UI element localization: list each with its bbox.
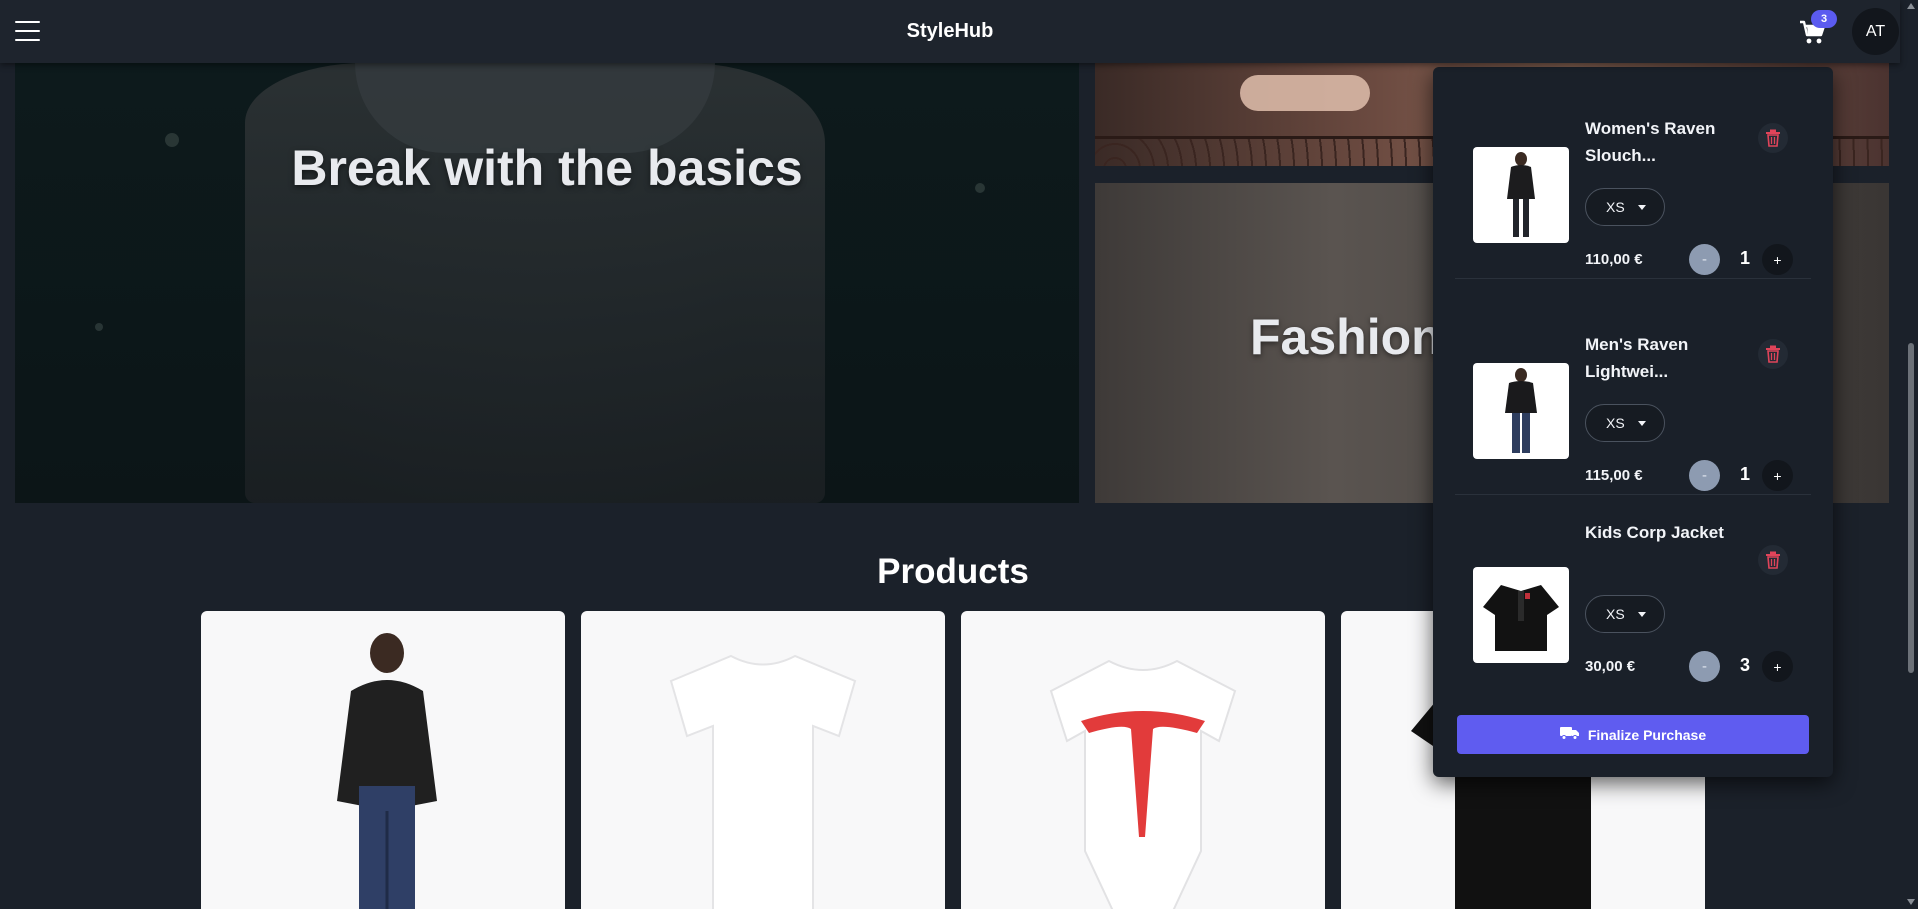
- trash-icon[interactable]: [1758, 339, 1788, 369]
- menu-icon[interactable]: [15, 21, 40, 41]
- cart-item: Kids Corp Jacket XS 30,00 € - 3 +: [1433, 499, 1833, 711]
- user-avatar[interactable]: AT: [1852, 8, 1899, 55]
- scroll-up-icon[interactable]: [1907, 3, 1915, 9]
- cart-item-price: 110,00 €: [1585, 251, 1643, 268]
- chevron-down-icon: [1638, 612, 1646, 617]
- size-select-value: XS: [1606, 199, 1625, 215]
- cart-item-price: 30,00 €: [1585, 658, 1636, 675]
- cart-item-divider: [1455, 278, 1811, 279]
- cart-item-name: Kids Corp Jacket: [1585, 523, 1724, 542]
- product-card[interactable]: [961, 611, 1325, 909]
- scroll-thumb[interactable]: [1908, 343, 1914, 673]
- decrease-quantity-button[interactable]: -: [1689, 651, 1720, 682]
- hero-main-title: Break with the basics: [291, 140, 803, 196]
- cart-item-thumbnail: [1473, 363, 1569, 459]
- quantity-value: 3: [1739, 655, 1750, 675]
- hero-banner-main[interactable]: Break with the basics: [15, 63, 1079, 503]
- cart-item-thumbnail: [1473, 567, 1569, 663]
- white-tshirt-image: [669, 654, 857, 909]
- decrease-quantity-button[interactable]: -: [1689, 460, 1720, 491]
- size-select[interactable]: XS: [1585, 188, 1665, 226]
- chevron-down-icon: [1638, 421, 1646, 426]
- chevron-down-icon: [1638, 205, 1646, 210]
- top-navbar: StyleHub 3 AT: [0, 0, 1900, 63]
- finalize-purchase-button[interactable]: Finalize Purchase: [1457, 715, 1809, 754]
- cart-item-thumbnail: [1473, 147, 1569, 243]
- cart-count-badge: 3: [1811, 10, 1837, 28]
- cart-item-name: Women's Raven Slouch...: [1585, 119, 1716, 165]
- size-select[interactable]: XS: [1585, 404, 1665, 442]
- cart-dropdown: Women's Raven Slouch... XS 110,00 € - 1 …: [1433, 67, 1833, 777]
- cart-item-divider: [1455, 494, 1811, 495]
- quantity-value: 1: [1739, 248, 1750, 268]
- tesla-baby-onesie-image: [1049, 659, 1237, 909]
- size-select-value: XS: [1606, 606, 1625, 622]
- hero-fashion-title: Fashion: [1250, 309, 1442, 365]
- product-card[interactable]: [201, 611, 565, 909]
- black-hoodie-model-image: [337, 633, 437, 909]
- finalize-purchase-label: Finalize Purchase: [1587, 726, 1707, 743]
- increase-quantity-button[interactable]: +: [1762, 244, 1793, 275]
- bokeh-light: [95, 323, 103, 331]
- hand-photo: [1240, 75, 1370, 111]
- cart-item-price: 115,00 €: [1585, 467, 1643, 484]
- brand-title: StyleHub: [906, 20, 994, 42]
- product-card[interactable]: [581, 611, 945, 909]
- trash-icon[interactable]: [1758, 545, 1788, 575]
- truck-icon: [1559, 726, 1580, 743]
- trash-icon[interactable]: [1758, 123, 1788, 153]
- quantity-value: 1: [1739, 464, 1750, 484]
- increase-quantity-button[interactable]: +: [1762, 460, 1793, 491]
- decrease-quantity-button[interactable]: -: [1689, 244, 1720, 275]
- cart-item: Women's Raven Slouch... XS 110,00 € - 1 …: [1433, 67, 1833, 279]
- size-select[interactable]: XS: [1585, 595, 1665, 633]
- scroll-down-icon[interactable]: [1907, 899, 1915, 905]
- increase-quantity-button[interactable]: +: [1762, 651, 1793, 682]
- cart-item: Men's Raven Lightwei... XS 115,00 € - 1 …: [1433, 283, 1833, 495]
- page-scrollbar[interactable]: [1904, 0, 1918, 909]
- cart-item-name: Men's Raven Lightwei...: [1585, 335, 1689, 381]
- size-select-value: XS: [1606, 415, 1625, 431]
